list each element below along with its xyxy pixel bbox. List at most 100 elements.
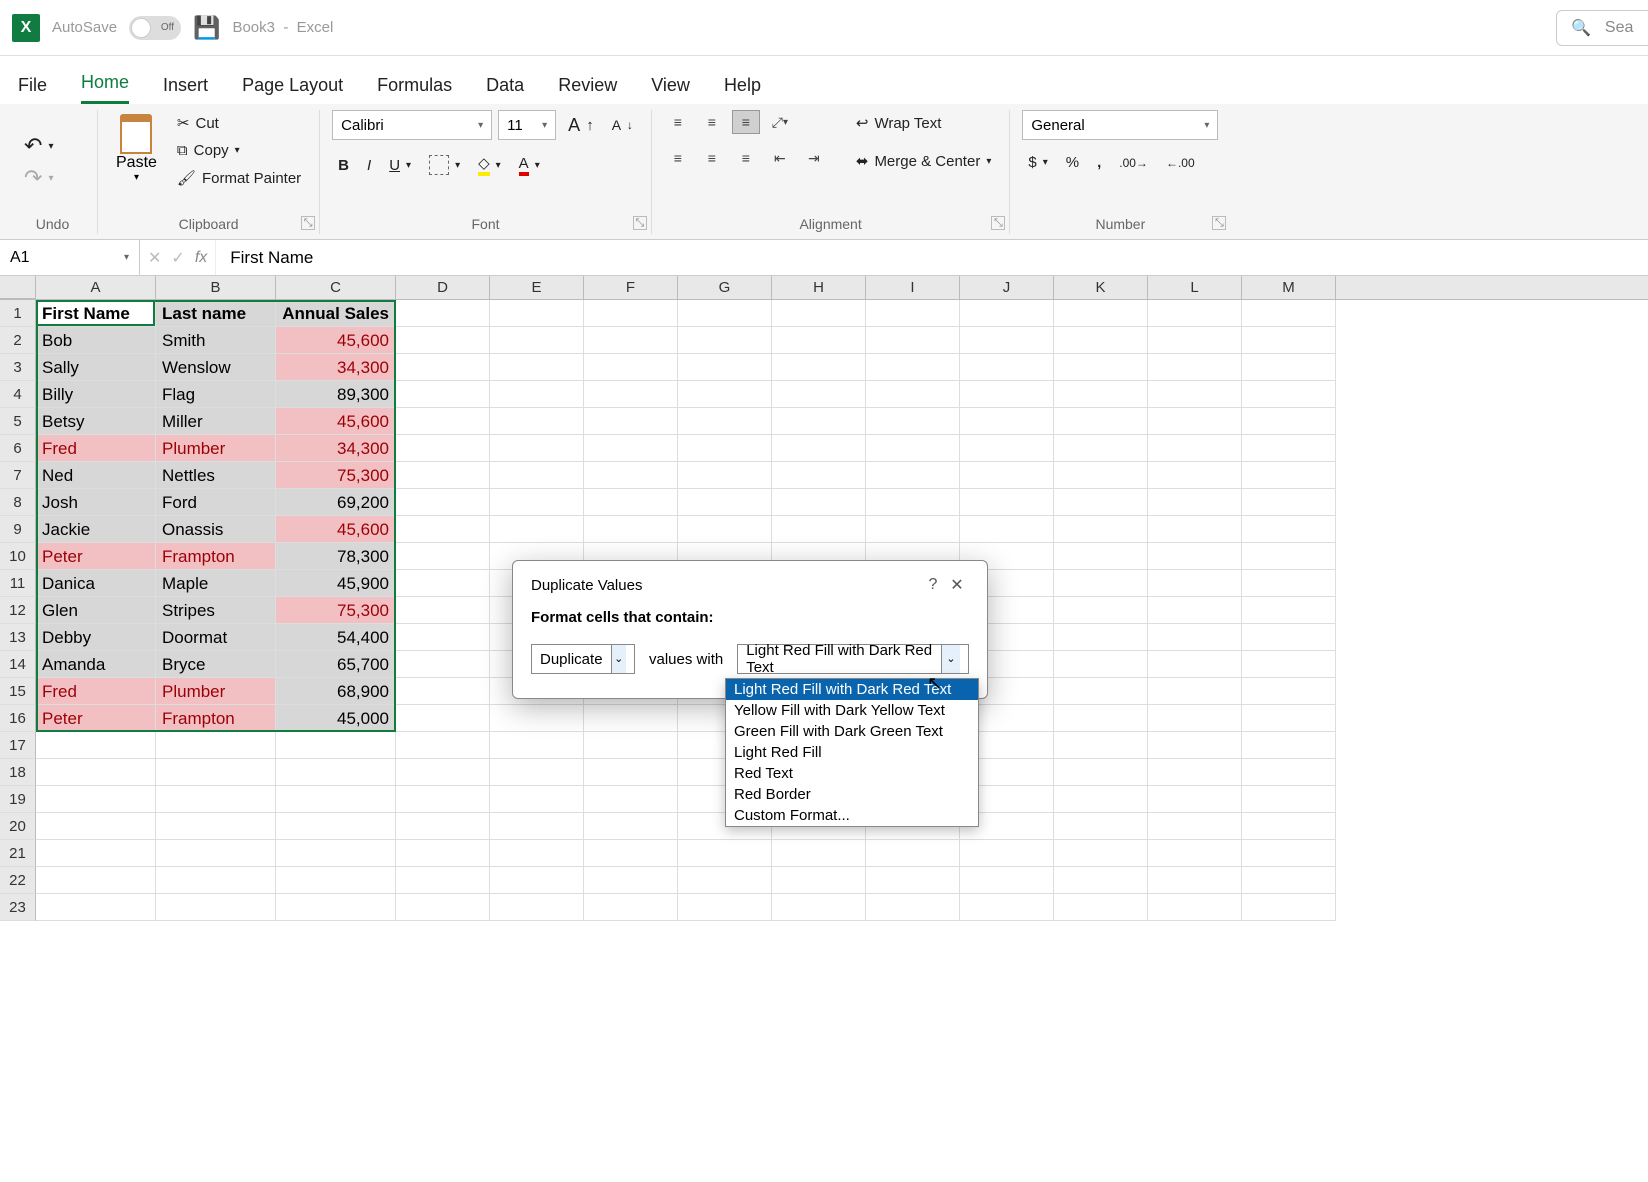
cell-A18[interactable] xyxy=(36,759,156,786)
cell-J1[interactable] xyxy=(960,300,1054,327)
cell-K11[interactable] xyxy=(1054,570,1148,597)
cell-E5[interactable] xyxy=(490,408,584,435)
align-middle-button[interactable]: ≡ xyxy=(698,110,726,134)
align-left-button[interactable]: ≡ xyxy=(664,146,692,170)
cell-K6[interactable] xyxy=(1054,435,1148,462)
cell-E2[interactable] xyxy=(490,327,584,354)
cell-I3[interactable] xyxy=(866,354,960,381)
cell-C11[interactable]: 45,900 xyxy=(276,570,396,597)
cell-K3[interactable] xyxy=(1054,354,1148,381)
cell-E4[interactable] xyxy=(490,381,584,408)
cell-A5[interactable]: Betsy xyxy=(36,408,156,435)
formula-input[interactable]: First Name xyxy=(216,248,1648,268)
cell-D17[interactable] xyxy=(396,732,490,759)
cell-M17[interactable] xyxy=(1242,732,1336,759)
cell-M12[interactable] xyxy=(1242,597,1336,624)
cell-M11[interactable] xyxy=(1242,570,1336,597)
cancel-formula-icon[interactable]: ✕ xyxy=(148,248,161,268)
percent-button[interactable]: % xyxy=(1060,150,1085,175)
cell-G21[interactable] xyxy=(678,840,772,867)
font-color-button[interactable]: A▾ xyxy=(513,151,546,180)
cell-B5[interactable]: Miller xyxy=(156,408,276,435)
cell-I1[interactable] xyxy=(866,300,960,327)
cell-A6[interactable]: Fred xyxy=(36,435,156,462)
cell-H5[interactable] xyxy=(772,408,866,435)
cell-B17[interactable] xyxy=(156,732,276,759)
cell-M16[interactable] xyxy=(1242,705,1336,732)
cell-B4[interactable]: Flag xyxy=(156,381,276,408)
cell-E7[interactable] xyxy=(490,462,584,489)
align-top-button[interactable]: ≡ xyxy=(664,110,692,134)
cell-B22[interactable] xyxy=(156,867,276,894)
cell-F8[interactable] xyxy=(584,489,678,516)
cell-J22[interactable] xyxy=(960,867,1054,894)
cell-F1[interactable] xyxy=(584,300,678,327)
cell-A19[interactable] xyxy=(36,786,156,813)
cell-L7[interactable] xyxy=(1148,462,1242,489)
cell-C16[interactable]: 45,000 xyxy=(276,705,396,732)
cell-G2[interactable] xyxy=(678,327,772,354)
cell-A9[interactable]: Jackie xyxy=(36,516,156,543)
cell-G8[interactable] xyxy=(678,489,772,516)
cell-B16[interactable]: Frampton xyxy=(156,705,276,732)
cell-A1[interactable]: First Name xyxy=(36,300,156,327)
cell-K13[interactable] xyxy=(1054,624,1148,651)
cell-F17[interactable] xyxy=(584,732,678,759)
cell-B15[interactable]: Plumber xyxy=(156,678,276,705)
cell-F4[interactable] xyxy=(584,381,678,408)
cell-L12[interactable] xyxy=(1148,597,1242,624)
fill-color-button[interactable]: ◇▾ xyxy=(472,150,507,180)
cell-K5[interactable] xyxy=(1054,408,1148,435)
cell-A15[interactable]: Fred xyxy=(36,678,156,705)
cell-E22[interactable] xyxy=(490,867,584,894)
dropdown-option[interactable]: Green Fill with Dark Green Text xyxy=(726,721,978,742)
cell-D9[interactable] xyxy=(396,516,490,543)
comma-button[interactable]: , xyxy=(1091,150,1107,175)
cell-G4[interactable] xyxy=(678,381,772,408)
cell-E16[interactable] xyxy=(490,705,584,732)
dropdown-option[interactable]: Yellow Fill with Dark Yellow Text xyxy=(726,700,978,721)
dropdown-option[interactable]: Red Border xyxy=(726,784,978,805)
column-header-H[interactable]: H xyxy=(772,276,866,299)
cell-J8[interactable] xyxy=(960,489,1054,516)
cell-C5[interactable]: 45,600 xyxy=(276,408,396,435)
cell-D1[interactable] xyxy=(396,300,490,327)
wrap-text-button[interactable]: ↩Wrap Text xyxy=(850,110,998,136)
row-header-17[interactable]: 17 xyxy=(0,732,36,759)
tab-review[interactable]: Review xyxy=(558,75,617,104)
row-header-2[interactable]: 2 xyxy=(0,327,36,354)
cell-K22[interactable] xyxy=(1054,867,1148,894)
cell-F20[interactable] xyxy=(584,813,678,840)
row-header-6[interactable]: 6 xyxy=(0,435,36,462)
cell-E8[interactable] xyxy=(490,489,584,516)
cell-C13[interactable]: 54,400 xyxy=(276,624,396,651)
column-header-A[interactable]: A xyxy=(36,276,156,299)
cell-D16[interactable] xyxy=(396,705,490,732)
cell-E9[interactable] xyxy=(490,516,584,543)
cell-F6[interactable] xyxy=(584,435,678,462)
cell-D6[interactable] xyxy=(396,435,490,462)
cell-H21[interactable] xyxy=(772,840,866,867)
redo-button[interactable]: ↷▾ xyxy=(20,163,57,193)
cell-H8[interactable] xyxy=(772,489,866,516)
cell-C18[interactable] xyxy=(276,759,396,786)
cell-C14[interactable]: 65,700 xyxy=(276,651,396,678)
cell-B3[interactable]: Wenslow xyxy=(156,354,276,381)
cell-J9[interactable] xyxy=(960,516,1054,543)
cell-M19[interactable] xyxy=(1242,786,1336,813)
cell-A7[interactable]: Ned xyxy=(36,462,156,489)
cell-D13[interactable] xyxy=(396,624,490,651)
row-header-15[interactable]: 15 xyxy=(0,678,36,705)
cell-C8[interactable]: 69,200 xyxy=(276,489,396,516)
merge-center-button[interactable]: ⬌Merge & Center▾ xyxy=(850,148,998,174)
cell-L23[interactable] xyxy=(1148,894,1242,921)
cell-E20[interactable] xyxy=(490,813,584,840)
cell-H9[interactable] xyxy=(772,516,866,543)
alignment-dialog-launcher[interactable]: ⤡ xyxy=(991,216,1005,230)
cell-M18[interactable] xyxy=(1242,759,1336,786)
cell-M6[interactable] xyxy=(1242,435,1336,462)
tab-page-layout[interactable]: Page Layout xyxy=(242,75,343,104)
cell-C9[interactable]: 45,600 xyxy=(276,516,396,543)
cell-L11[interactable] xyxy=(1148,570,1242,597)
cell-B19[interactable] xyxy=(156,786,276,813)
